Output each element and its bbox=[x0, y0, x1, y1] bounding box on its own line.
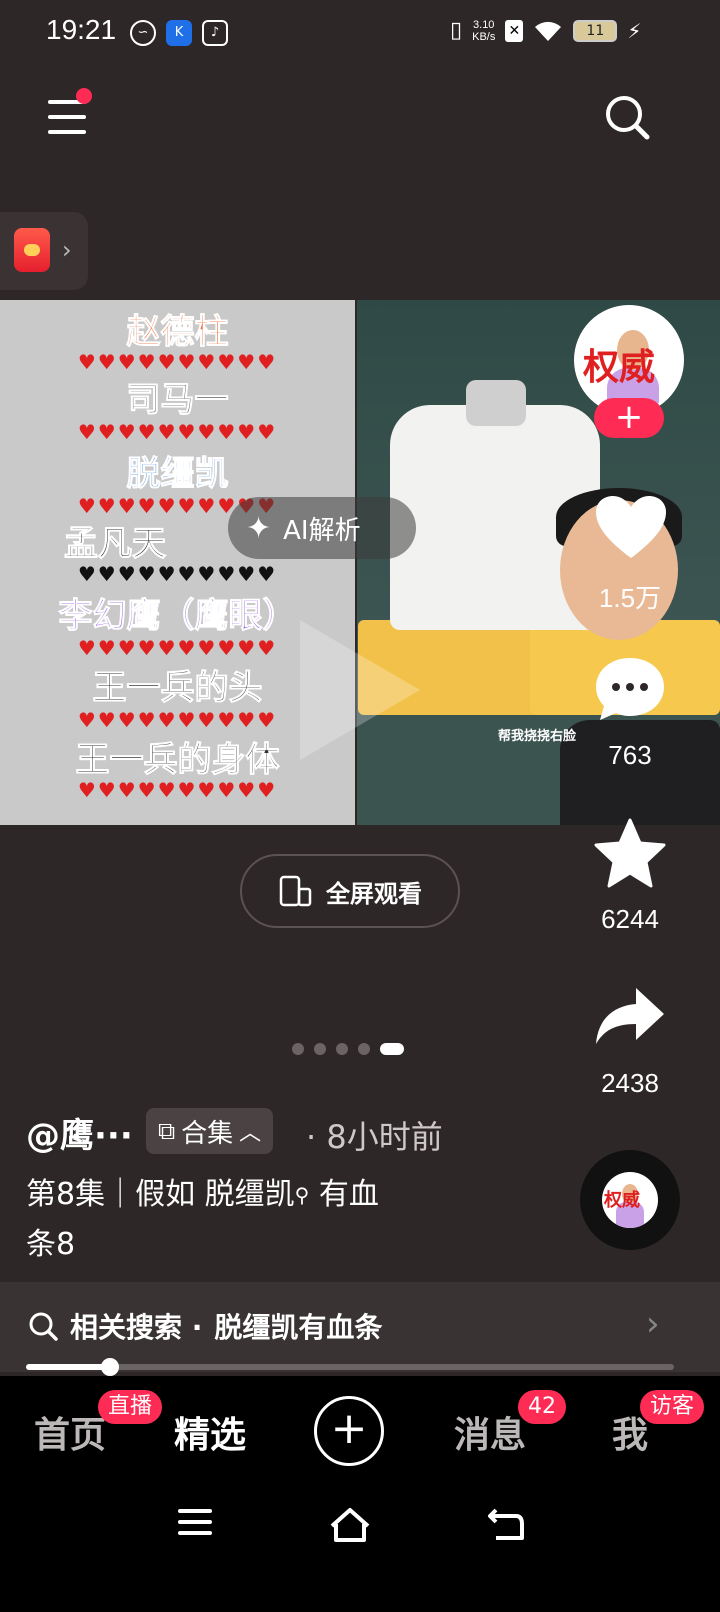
collection-label: 合集 bbox=[181, 1118, 234, 1149]
wifi-icon bbox=[535, 21, 562, 41]
tab-home[interactable]: 首页 bbox=[34, 1406, 106, 1458]
hashtag-search-icon[interactable]: ⚲ bbox=[295, 1183, 310, 1207]
chevron-up-icon: ︿ bbox=[239, 1121, 262, 1146]
swirl-icon: ∽ bbox=[130, 20, 156, 46]
messages-badge: 42 bbox=[518, 1390, 566, 1424]
home-icon[interactable] bbox=[328, 1506, 372, 1542]
related-search[interactable]: 相关搜索 · 脱缰凯有血条 bbox=[28, 1306, 382, 1346]
comment-count: 763 bbox=[608, 740, 652, 770]
video-progress-track[interactable] bbox=[26, 1364, 674, 1370]
net-speed: 3.10 KB/s bbox=[472, 19, 495, 43]
recent-apps-icon[interactable] bbox=[176, 1506, 214, 1538]
health-bar: ♥♥♥♥♥♥♥♥♥♥ bbox=[77, 420, 278, 444]
health-bar: ♥♥♥♥♥♥♥♥♥♥ bbox=[77, 778, 278, 802]
status-time: 19:21 bbox=[46, 14, 117, 45]
video-label: 司马一 bbox=[126, 380, 229, 421]
red-packet-coin bbox=[24, 244, 40, 256]
create-button[interactable]: + bbox=[314, 1396, 384, 1466]
collection-button[interactable]: ⧉ 合集 ︿ bbox=[146, 1108, 274, 1154]
k-app-icon: K bbox=[166, 20, 192, 46]
in-video-caption: 帮我挠挠右脸 bbox=[498, 729, 577, 744]
like-count: 1.5万 bbox=[598, 583, 662, 613]
vibrate-icon: ▯ bbox=[450, 18, 463, 43]
visitor-badge: 访客 bbox=[640, 1390, 705, 1424]
chevron-right-icon: › bbox=[646, 1304, 660, 1344]
charging-icon: ⚡ bbox=[627, 18, 642, 43]
status-app-icons: ∽ K ♪ bbox=[130, 20, 228, 46]
author-name[interactable]: @鹰··· bbox=[26, 1108, 133, 1157]
heart-icon[interactable] bbox=[594, 494, 668, 560]
battery-icon: 11 bbox=[573, 19, 618, 42]
net-speed-unit: KB/s bbox=[472, 30, 496, 43]
play-icon[interactable] bbox=[300, 620, 420, 760]
search-icon[interactable] bbox=[604, 94, 650, 140]
disc-text: 权威 bbox=[604, 1190, 640, 1211]
music-disc-cover: 权威 bbox=[602, 1172, 658, 1228]
description-text: 有血 bbox=[318, 1177, 379, 1212]
notification-dot bbox=[76, 88, 92, 104]
avatar-text: 权威 bbox=[583, 346, 656, 388]
carousel-dot bbox=[358, 1043, 370, 1055]
carousel-dot bbox=[314, 1043, 326, 1055]
video-label: 赵德柱 bbox=[126, 312, 229, 353]
favorite-count: 6244 bbox=[601, 904, 659, 934]
chevron-right-icon: › bbox=[62, 236, 72, 264]
health-bar: ♥♥♥♥♥♥♥♥♥♥ bbox=[77, 562, 278, 586]
fullscreen-button[interactable]: 全屏观看 bbox=[240, 854, 460, 928]
tiktok-icon: ♪ bbox=[202, 20, 228, 46]
carousel-dot-active bbox=[380, 1043, 404, 1055]
ai-analysis-button[interactable]: ✦ AI解析 bbox=[228, 497, 416, 559]
ai-analysis-label: AI解析 bbox=[283, 515, 361, 546]
related-query: 脱缰凯有血条 bbox=[214, 1311, 383, 1344]
star-icon[interactable] bbox=[594, 818, 666, 888]
description-text: 条8 bbox=[26, 1227, 76, 1262]
shirt-collar bbox=[466, 380, 526, 426]
carousel-indicator bbox=[292, 1043, 404, 1055]
net-speed-value: 3.10 bbox=[473, 18, 495, 31]
layers-icon: ⧉ bbox=[158, 1117, 176, 1145]
comment-icon[interactable] bbox=[594, 656, 666, 722]
video-progress-knob[interactable] bbox=[101, 1358, 119, 1376]
sparkle-icon: ✦ bbox=[246, 510, 272, 546]
tab-featured[interactable]: 精选 bbox=[174, 1406, 246, 1458]
post-time: · 8小时前 bbox=[306, 1118, 443, 1156]
video-progress-fill bbox=[26, 1364, 110, 1370]
post-description: 第8集｜假如 脱缰凯⚲ 有血 条8 bbox=[26, 1170, 466, 1270]
tab-messages[interactable]: 消息 bbox=[454, 1406, 526, 1458]
carousel-dot bbox=[292, 1043, 304, 1055]
related-prefix: 相关搜索 · bbox=[70, 1311, 203, 1344]
share-icon[interactable] bbox=[594, 986, 666, 1046]
live-badge: 直播 bbox=[98, 1390, 163, 1424]
rotate-screen-icon bbox=[279, 875, 312, 907]
sim-off-icon: ✕ bbox=[505, 19, 524, 42]
health-bar: ♥♥♥♥♥♥♥♥♥♥ bbox=[77, 350, 278, 374]
share-count: 2438 bbox=[601, 1068, 659, 1098]
description-text: 第8集｜假如 脱缰凯 bbox=[26, 1177, 295, 1212]
menu-icon[interactable] bbox=[48, 100, 86, 134]
back-icon[interactable] bbox=[486, 1506, 526, 1542]
search-icon bbox=[29, 1312, 58, 1341]
follow-button[interactable]: + bbox=[594, 398, 664, 438]
status-right-icons: ▯ 3.10 KB/s ✕ 11 ⚡ bbox=[450, 18, 641, 43]
video-label: 脱缰凯 bbox=[126, 454, 229, 495]
fullscreen-label: 全屏观看 bbox=[326, 879, 422, 908]
video-label: 孟凡天 bbox=[64, 524, 167, 565]
backpack bbox=[560, 720, 720, 825]
carousel-dot bbox=[336, 1043, 348, 1055]
